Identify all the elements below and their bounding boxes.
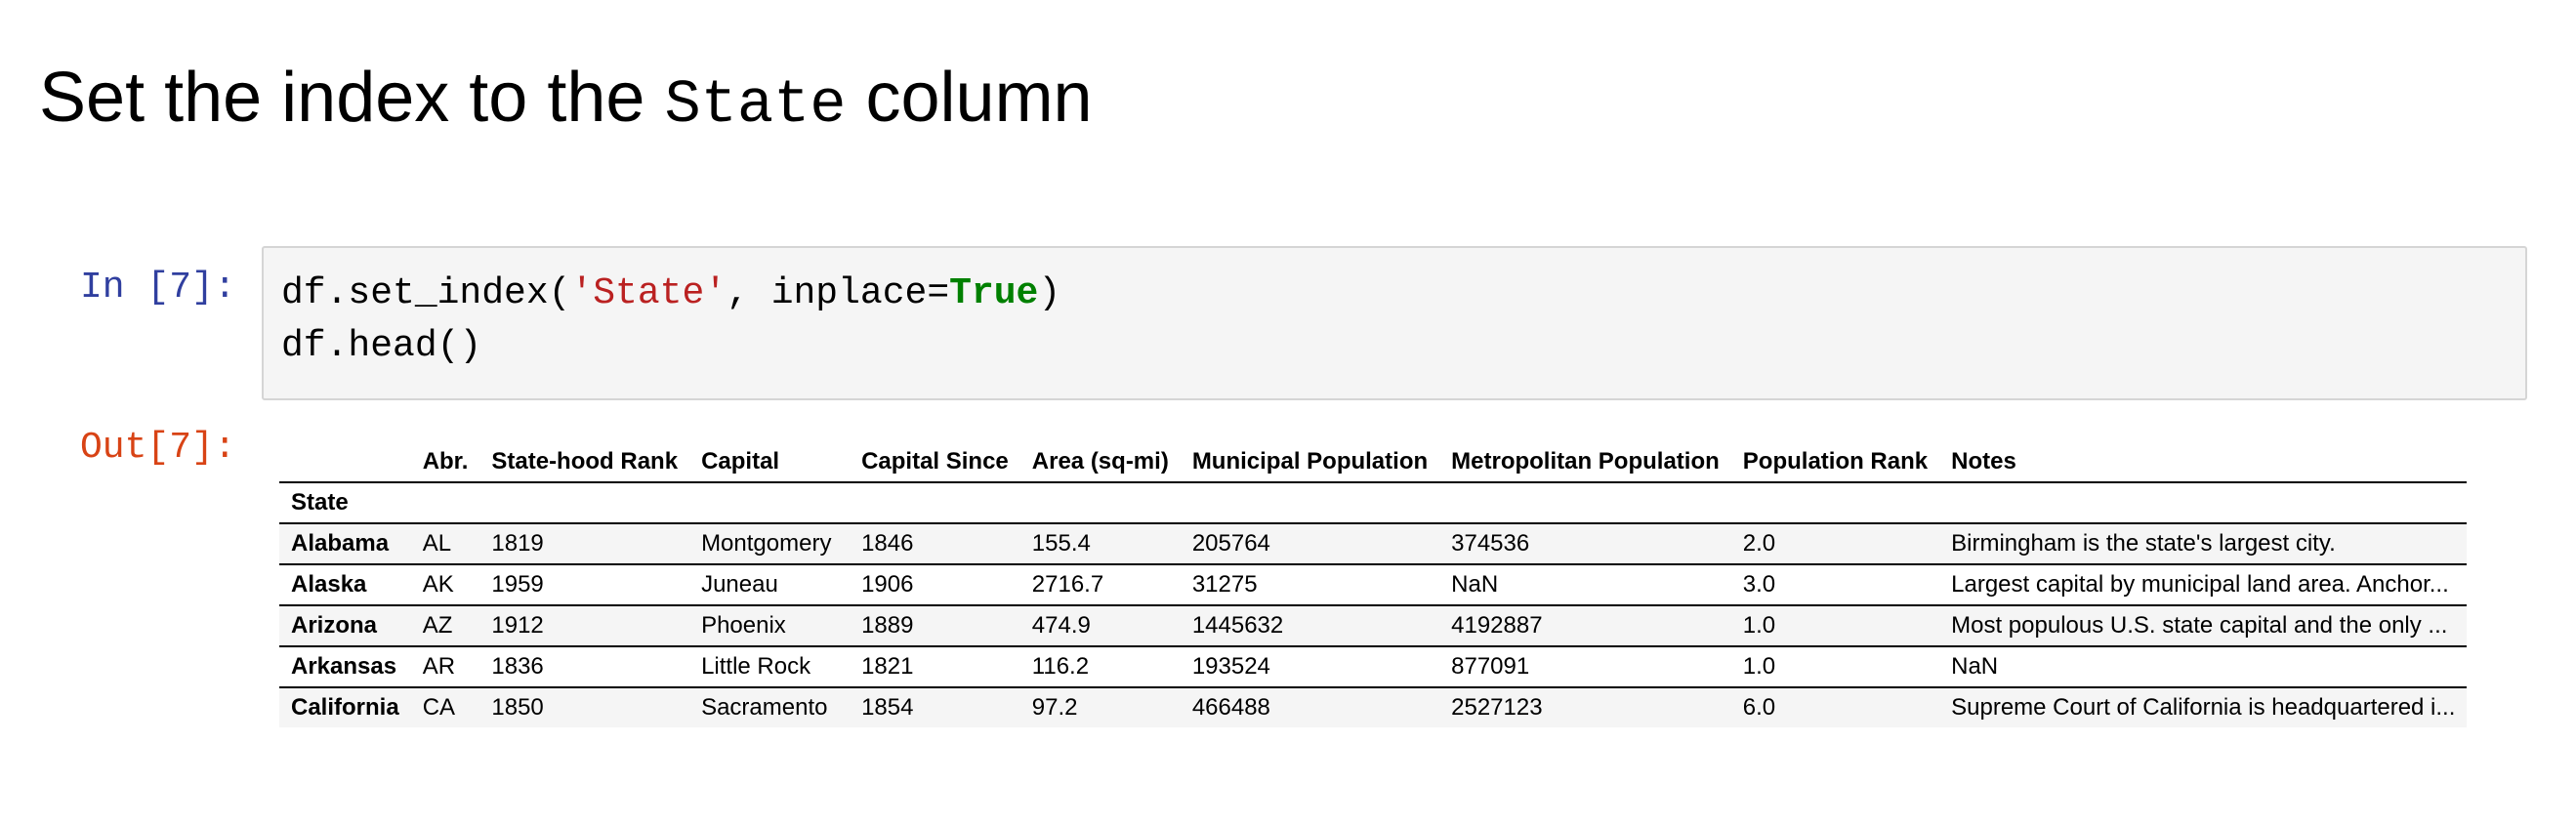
index-name-header: State [291,489,349,516]
code-argument: , inplace= [727,272,950,314]
column-header: Municipal Population [1191,448,1429,475]
table-cell: Most populous U.S. state capital and the… [1951,612,2448,639]
table-cell: 374536 [1451,530,1530,557]
table-row: Arkansas AR 1836 Little Rock 1821 116.2 … [279,646,2468,687]
row-index-cell: Alabama [291,530,390,557]
table-cell: NaN [1451,571,1499,598]
table-cell: 1854 [861,694,914,721]
table-cell: 2716.7 [1031,571,1104,598]
row-index-cell: Arkansas [291,653,397,680]
heading-text-before: Set the index to the [39,59,645,137]
table-cell: AK [422,571,454,598]
table-cell: 1836 [491,653,544,680]
row-index-cell: California [291,694,399,721]
table-cell: 1.0 [1742,653,1776,680]
table-cell: 466488 [1191,694,1270,721]
table-cell: 3.0 [1742,571,1776,598]
input-prompt: In [7]: [80,267,236,309]
column-header: Population Rank [1742,448,1929,475]
table-cell: 1445632 [1191,612,1284,639]
column-header: Abr. [422,448,469,475]
table-cell: CA [422,694,456,721]
column-header: State-hood Rank [491,448,679,475]
column-header: Notes [1951,448,2016,475]
code-input-area[interactable]: df.set_index('State', inplace=True) df.h… [262,246,2527,400]
markdown-heading: Set the index to the State column [39,51,1093,152]
table-cell: Supreme Court of California is headquart… [1951,694,2456,721]
table-cell: AZ [422,612,453,639]
column-header: Capital Since [861,448,1009,475]
column-header: Metropolitan Population [1451,448,1720,475]
table-cell: 2527123 [1451,694,1543,721]
code-string-literal: 'State' [570,272,727,314]
output-area: Abr. State-hood Rank Capital Capital Sin… [279,441,2468,727]
table-cell: 474.9 [1031,612,1091,639]
row-index-cell: Alaska [291,571,367,598]
table-cell: Little Rock [701,653,811,680]
table-cell: 877091 [1451,653,1530,680]
index-name-row: State [279,482,2468,523]
table-cell: 1850 [491,694,544,721]
table-cell: 1846 [861,530,914,557]
heading-text-after: column [865,59,1093,137]
table-cell: 4192887 [1451,612,1543,639]
table-cell: Juneau [701,571,778,598]
table-row: Alabama AL 1819 Montgomery 1846 155.4 20… [279,523,2468,564]
table-row: California CA 1850 Sacramento 1854 97.2 … [279,687,2468,727]
table-cell: 205764 [1191,530,1270,557]
table-cell: AL [422,530,452,557]
table-cell: 1959 [491,571,544,598]
table-cell: Largest capital by municipal land area. … [1951,571,2449,598]
code-keyword-true: True [949,272,1039,314]
table-cell: Montgomery [701,530,832,557]
output-prompt: Out[7]: [80,427,236,469]
code-line-1: df.set_index('State', inplace=True) [281,268,2508,320]
table-cell: 1912 [491,612,544,639]
dataframe-table: Abr. State-hood Rank Capital Capital Sin… [279,441,2468,727]
table-cell: 1821 [861,653,914,680]
table-cell: 1819 [491,530,544,557]
table-cell: 116.2 [1031,653,1090,680]
corner-cell [279,441,411,482]
column-header-row: Abr. State-hood Rank Capital Capital Sin… [279,441,2468,482]
table-cell: 1906 [861,571,914,598]
table-row: Arizona AZ 1912 Phoenix 1889 474.9 14456… [279,605,2468,646]
table-cell: 155.4 [1031,530,1091,557]
row-index-cell: Arizona [291,612,378,639]
table-cell: AR [422,653,456,680]
table-cell: 31275 [1191,571,1258,598]
table-cell: Sacramento [701,694,828,721]
table-cell: Birmingham is the state's largest city. [1951,530,2336,557]
code-line-2: df.head() [281,325,482,367]
column-header: Capital [701,448,780,475]
table-cell: 193524 [1191,653,1270,680]
heading-code-state: State [664,70,847,140]
table-cell: 2.0 [1742,530,1776,557]
table-cell: 97.2 [1031,694,1078,721]
column-header: Area (sq-mi) [1031,448,1169,475]
table-cell: Phoenix [701,612,786,639]
table-cell: 6.0 [1742,694,1776,721]
table-cell: NaN [1951,653,1999,680]
table-row: Alaska AK 1959 Juneau 1906 2716.7 31275 … [279,564,2468,605]
code-call-set-index: df.set_index( [281,272,571,314]
table-cell: 1889 [861,612,914,639]
table-cell: 1.0 [1742,612,1776,639]
code-close-paren: ) [1038,272,1061,314]
